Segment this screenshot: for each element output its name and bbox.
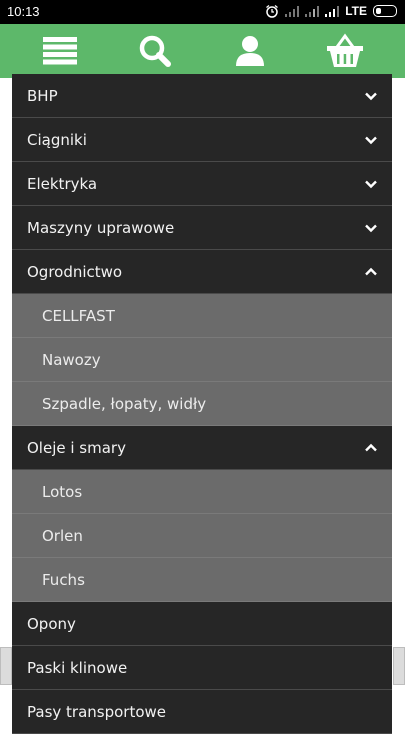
menu-item-label: Ciągniki [27, 130, 87, 149]
search-button[interactable] [133, 30, 177, 72]
menu-icon [43, 37, 77, 65]
menu-item-label: Oleje i smary [27, 438, 126, 457]
submenu-item-label: Orlen [42, 526, 83, 545]
menu-item-maszyny-uprawowe[interactable]: Maszyny uprawowe [12, 206, 392, 250]
search-icon [139, 35, 171, 67]
menu-item-label: Ogrodnictwo [27, 262, 123, 281]
menu-item-label: Paski klinowe [27, 658, 128, 677]
signal-icon [305, 5, 320, 17]
submenu-item-label: Nawozy [42, 350, 101, 369]
network-type: LTE [345, 4, 367, 18]
page-edge-right [393, 647, 405, 685]
chevron-up-icon [365, 267, 377, 275]
chevron-down-icon [365, 92, 377, 100]
status-time: 10:13 [7, 4, 40, 19]
menu-item-label: BHP [27, 86, 58, 105]
battery-icon [373, 5, 397, 17]
submenu-item-label: Fuchs [42, 570, 85, 589]
status-icons: LTE [265, 4, 397, 18]
menu-item-bhp[interactable]: BHP [12, 74, 392, 118]
chevron-down-icon [365, 180, 377, 188]
submenu-item-orlen[interactable]: Orlen [12, 514, 392, 558]
menu-item-oleje-i-smary[interactable]: Oleje i smary [12, 426, 392, 470]
menu-item-ciagniki[interactable]: Ciągniki [12, 118, 392, 162]
menu-item-opony[interactable]: Opony [12, 602, 392, 646]
page-edge-left [0, 647, 12, 685]
chevron-up-icon [365, 443, 377, 451]
menu-item-paski-klinowe[interactable]: Paski klinowe [12, 646, 392, 690]
signal-icon [325, 5, 340, 17]
submenu-item-lotos[interactable]: Lotos [12, 470, 392, 514]
alarm-icon [266, 4, 279, 18]
signal-icon [285, 5, 300, 17]
status-bar: 10:13 LTE [0, 0, 405, 24]
submenu-item-fuchs[interactable]: Fuchs [12, 558, 392, 602]
menu-item-label: Maszyny uprawowe [27, 218, 175, 237]
chevron-down-icon [365, 224, 377, 232]
menu-button[interactable] [38, 30, 82, 72]
menu-item-label: Opony [27, 614, 76, 633]
account-button[interactable] [228, 30, 272, 72]
submenu-item-cellfast[interactable]: CELLFAST [12, 294, 392, 338]
chevron-down-icon [365, 136, 377, 144]
submenu-item-label: CELLFAST [42, 306, 115, 325]
menu-item-label: Elektryka [27, 174, 98, 193]
menu-item-pasy-transportowe[interactable]: Pasy transportowe [12, 690, 392, 734]
submenu-item-nawozy[interactable]: Nawozy [12, 338, 392, 382]
cart-button[interactable] [323, 30, 367, 72]
top-toolbar [0, 24, 405, 78]
category-menu: BHP Ciągniki Elektryka Maszyny uprawowe … [12, 74, 392, 734]
menu-item-elektryka[interactable]: Elektryka [12, 162, 392, 206]
submenu-item-szpadle[interactable]: Szpadle, łopaty, widły [12, 382, 392, 426]
menu-item-label: Pasy transportowe [27, 702, 167, 721]
submenu-item-label: Szpadle, łopaty, widły [42, 394, 207, 413]
basket-icon [327, 33, 363, 67]
submenu-item-label: Lotos [42, 482, 83, 501]
menu-item-ogrodnictwo[interactable]: Ogrodnictwo [12, 250, 392, 294]
user-icon [236, 36, 264, 66]
